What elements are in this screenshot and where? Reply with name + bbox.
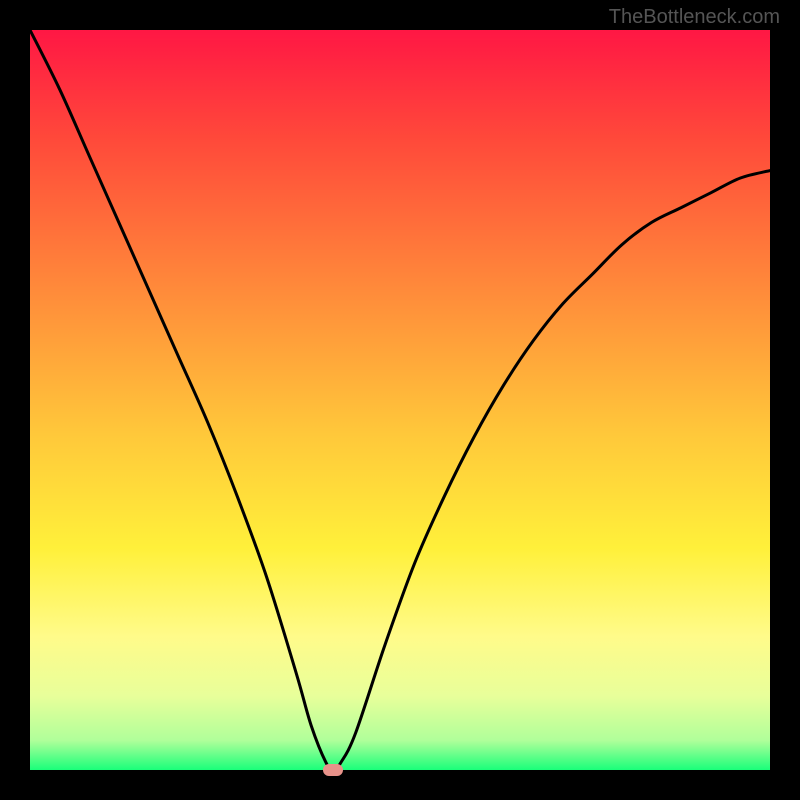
plot-area	[30, 30, 770, 770]
curve-layer	[30, 30, 770, 770]
bottleneck-curve	[30, 30, 770, 770]
watermark-text: TheBottleneck.com	[609, 6, 780, 29]
minimum-marker	[323, 764, 343, 776]
